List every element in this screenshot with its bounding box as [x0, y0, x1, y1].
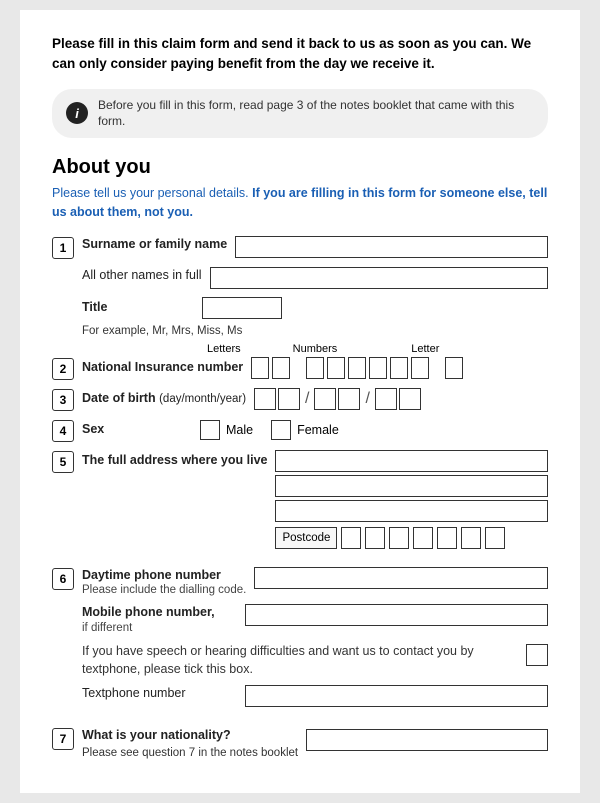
mobile-input[interactable]	[245, 604, 548, 626]
phone-sublabel: Please include the dialling code.	[82, 584, 246, 596]
sex-female-label: Female	[297, 423, 339, 437]
ni-header: Letters Numbers Letter	[207, 343, 548, 355]
q1-input[interactable]	[235, 236, 548, 258]
dob-month[interactable]	[314, 388, 336, 410]
postcode-row: Postcode	[275, 527, 548, 549]
section-intro: Please tell us your personal details. If…	[52, 184, 548, 222]
textphone-label: Textphone number	[82, 685, 237, 703]
q1-label: Surname or family name	[82, 236, 227, 254]
address-line-2[interactable]	[275, 475, 548, 497]
mobile-sublabel: if different	[82, 622, 237, 634]
pc-4[interactable]	[413, 527, 433, 549]
textphone-number-row: Textphone number	[82, 685, 548, 707]
address-line-1[interactable]	[275, 450, 548, 472]
ni-l2[interactable]	[272, 357, 290, 379]
section-intro-normal: Please tell us your personal details.	[52, 186, 252, 200]
q1-number: 1	[52, 237, 74, 259]
dob-boxes: / /	[254, 388, 421, 410]
phone-row: 6 Daytime phone number Please include th…	[52, 567, 548, 597]
textphone-input[interactable]	[245, 685, 548, 707]
pc-6[interactable]	[461, 527, 481, 549]
ni-n6[interactable]	[411, 357, 429, 379]
postcode-label: Postcode	[275, 527, 337, 549]
sex-female-option: Female	[271, 420, 339, 440]
ni-numbers-label: Numbers	[293, 343, 338, 355]
ni-boxes	[251, 357, 463, 379]
ni-n3[interactable]	[348, 357, 366, 379]
sex-male-label: Male	[226, 423, 253, 437]
other-names-row: All other names in full	[82, 267, 548, 289]
dob-row: 3 Date of birth (day/month/year) / /	[52, 388, 548, 411]
nationality-number-badge: 7	[52, 728, 74, 750]
dob-year1[interactable]	[375, 388, 397, 410]
ni-n5[interactable]	[390, 357, 408, 379]
pc-3[interactable]	[389, 527, 409, 549]
ni-number-badge: 2	[52, 358, 74, 380]
nationality-label-block: What is your nationality? Please see que…	[82, 727, 298, 761]
dob-label: Date of birth (day/month/year)	[82, 390, 246, 408]
ni-row: 2 National Insurance number	[52, 357, 548, 380]
address-number-badge: 5	[52, 451, 74, 473]
address-label: The full address where you live	[82, 450, 267, 470]
ni-n1[interactable]	[306, 357, 324, 379]
title-input[interactable]	[202, 297, 282, 319]
ni-let[interactable]	[445, 357, 463, 379]
phone-number-badge: 6	[52, 568, 74, 590]
ni-letter-label: Letter	[411, 343, 439, 355]
pc-5[interactable]	[437, 527, 457, 549]
title-example: For example, Mr, Mrs, Miss, Ms	[82, 325, 548, 337]
pc-1[interactable]	[341, 527, 361, 549]
ni-label: National Insurance number	[82, 359, 243, 377]
pc-7[interactable]	[485, 527, 505, 549]
textphone-tick-row: If you have speech or hearing difficulti…	[82, 642, 548, 680]
ni-n2[interactable]	[327, 357, 345, 379]
address-line-3[interactable]	[275, 500, 548, 522]
pc-2[interactable]	[365, 527, 385, 549]
address-block: Postcode	[275, 450, 548, 549]
phone-input[interactable]	[254, 567, 548, 589]
mobile-label: Mobile phone number,	[82, 604, 237, 622]
phone-label-block: Daytime phone number Please include the …	[82, 567, 246, 597]
phone-label: Daytime phone number	[82, 567, 246, 585]
nationality-input[interactable]	[306, 729, 548, 751]
form-page: Please fill in this claim form and send …	[20, 10, 580, 793]
ni-n4[interactable]	[369, 357, 387, 379]
dob-day2[interactable]	[278, 388, 300, 410]
info-box-text: Before you fill in this form, read page …	[98, 97, 534, 131]
sex-options: Male Female	[200, 420, 339, 440]
textphone-tick-box[interactable]	[526, 644, 548, 666]
sex-female-box[interactable]	[271, 420, 291, 440]
ni-letters-label: Letters	[207, 343, 241, 355]
sex-number-badge: 4	[52, 420, 74, 442]
section-title: About you	[52, 156, 548, 179]
dob-month2[interactable]	[338, 388, 360, 410]
dob-year2[interactable]	[399, 388, 421, 410]
address-row: 5 The full address where you live Postco…	[52, 450, 548, 549]
q1-row: 1 Surname or family name	[52, 236, 548, 259]
nationality-row: 7 What is your nationality? Please see q…	[52, 727, 548, 761]
ni-l1[interactable]	[251, 357, 269, 379]
sex-label: Sex	[82, 421, 192, 439]
dob-sep1: /	[302, 390, 312, 408]
other-names-input[interactable]	[210, 267, 548, 289]
nationality-sublabel: Please see question 7 in the notes bookl…	[82, 745, 298, 761]
mobile-row: Mobile phone number, if different	[82, 604, 548, 634]
intro-text: Please fill in this claim form and send …	[52, 34, 548, 75]
dob-sep2: /	[362, 390, 372, 408]
mobile-label-block: Mobile phone number, if different	[82, 604, 237, 634]
sex-row: 4 Sex Male Female	[52, 419, 548, 442]
info-box: i Before you fill in this form, read pag…	[52, 89, 548, 139]
title-label: Title	[82, 299, 192, 317]
sex-male-box[interactable]	[200, 420, 220, 440]
info-icon: i	[66, 102, 88, 124]
textphone-text: If you have speech or hearing difficulti…	[82, 642, 518, 680]
dob-day[interactable]	[254, 388, 276, 410]
dob-number-badge: 3	[52, 389, 74, 411]
title-row: Title	[82, 297, 548, 319]
sex-male-option: Male	[200, 420, 253, 440]
other-names-label: All other names in full	[82, 267, 202, 285]
